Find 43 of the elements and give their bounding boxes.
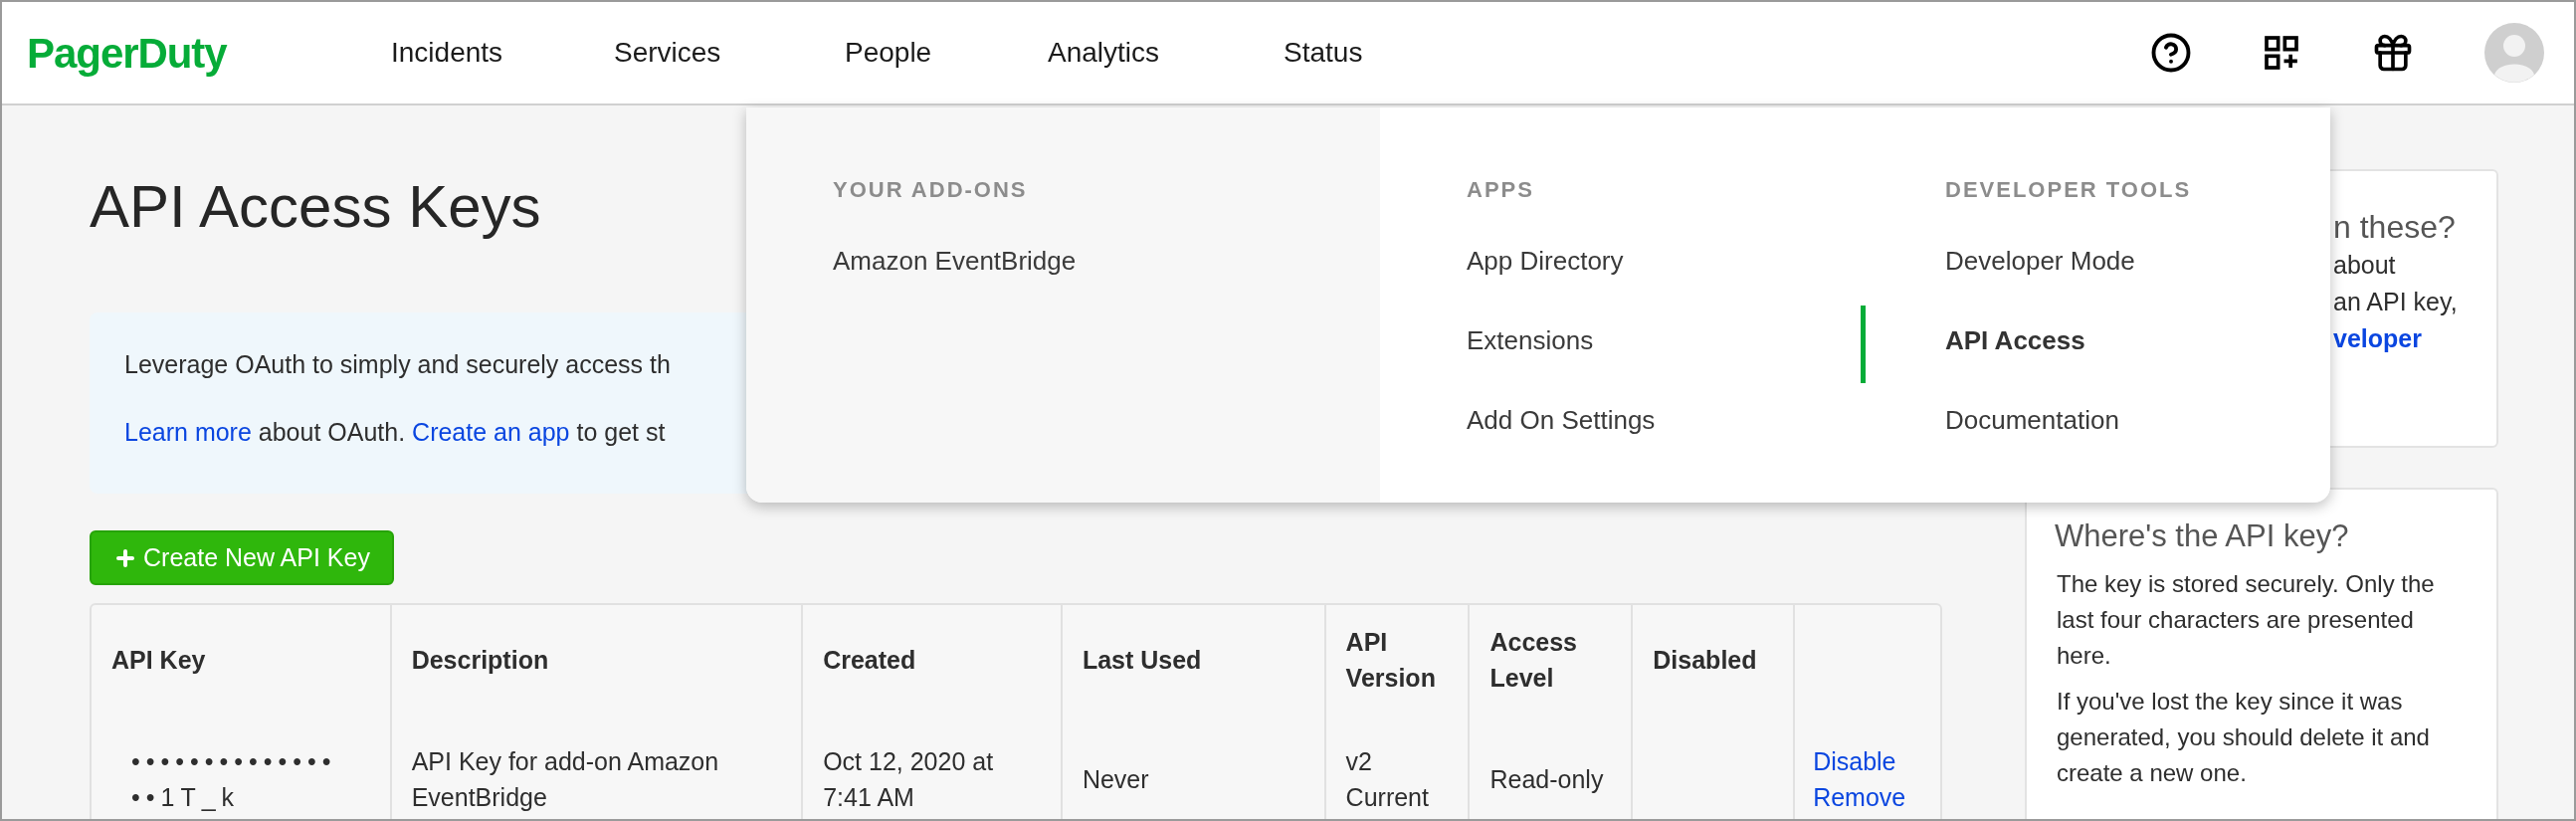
info-text: Leverage OAuth to simply and securely access th <box>124 349 672 380</box>
help-icon[interactable] <box>2150 32 2192 74</box>
table-cell-text: Never <box>1082 764 1149 795</box>
nav-link[interactable]: Services <box>614 32 845 74</box>
menu-item[interactable]: Add On Settings <box>1467 405 1939 435</box>
action-link[interactable]: Disable <box>1813 743 1922 779</box>
card-title: n these? <box>2333 208 2457 247</box>
table-cell-text: v2 Current <box>1345 746 1430 813</box>
menu-heading: YOUR ADD-ONS <box>833 176 1029 204</box>
card-title: Where's the API key? <box>2055 517 2350 555</box>
table-cell-text: API Key for add-on Amazon EventBridge <box>411 746 720 813</box>
nav-link[interactable]: Status <box>1284 32 1483 74</box>
column-header: Last Used <box>1082 645 1202 676</box>
column-header: Created <box>823 645 916 676</box>
apps-add-icon[interactable] <box>2262 33 2301 73</box>
table-cell-text: Oct 12, 2020 at 7:41 AM <box>823 746 995 813</box>
action-link[interactable]: Remove <box>1813 779 1922 815</box>
menu-heading: APPS <box>1467 176 1535 204</box>
card-text: The key is stored securely. Only the last four characters are presented here. <box>2057 568 2436 671</box>
column-header: Description <box>411 645 549 676</box>
column-header: API Version <box>1345 627 1437 694</box>
card-text: about <box>2333 250 2397 281</box>
menu-item[interactable]: Extensions <box>1467 325 1939 355</box>
menu-item[interactable]: Amazon EventBridge <box>833 246 1380 276</box>
menu-item[interactable]: Documentation <box>1945 405 2330 435</box>
menu-item[interactable]: Developer Mode <box>1945 246 2330 276</box>
link[interactable]: Learn more <box>124 417 252 446</box>
column-header: API Key <box>111 645 206 676</box>
menu-item[interactable]: API Access <box>1945 325 2330 355</box>
developer-link[interactable]: veloper <box>2333 320 2496 357</box>
table-cell-text: ••••••••••••••••1T_k <box>130 746 338 813</box>
card-text: an API key, <box>2333 287 2459 317</box>
page-title: API Access Keys <box>90 177 541 237</box>
link[interactable]: Create an app <box>412 417 570 446</box>
menu-item[interactable]: App Directory <box>1467 246 1939 276</box>
table-cell-text: Read-only <box>1489 764 1604 795</box>
column-header: Disabled <box>1653 645 1757 676</box>
card-text: If you've lost the key since it was generated, you should delete it and create a new one. <box>2057 686 2431 788</box>
column-header: Access Level <box>1489 627 1579 694</box>
menu-heading: DEVELOPER TOOLS <box>1945 176 2193 204</box>
nav-link[interactable]: Incidents <box>391 32 614 74</box>
nav-link[interactable]: Analytics <box>1048 32 1284 74</box>
nav-link[interactable]: People <box>845 32 1048 74</box>
